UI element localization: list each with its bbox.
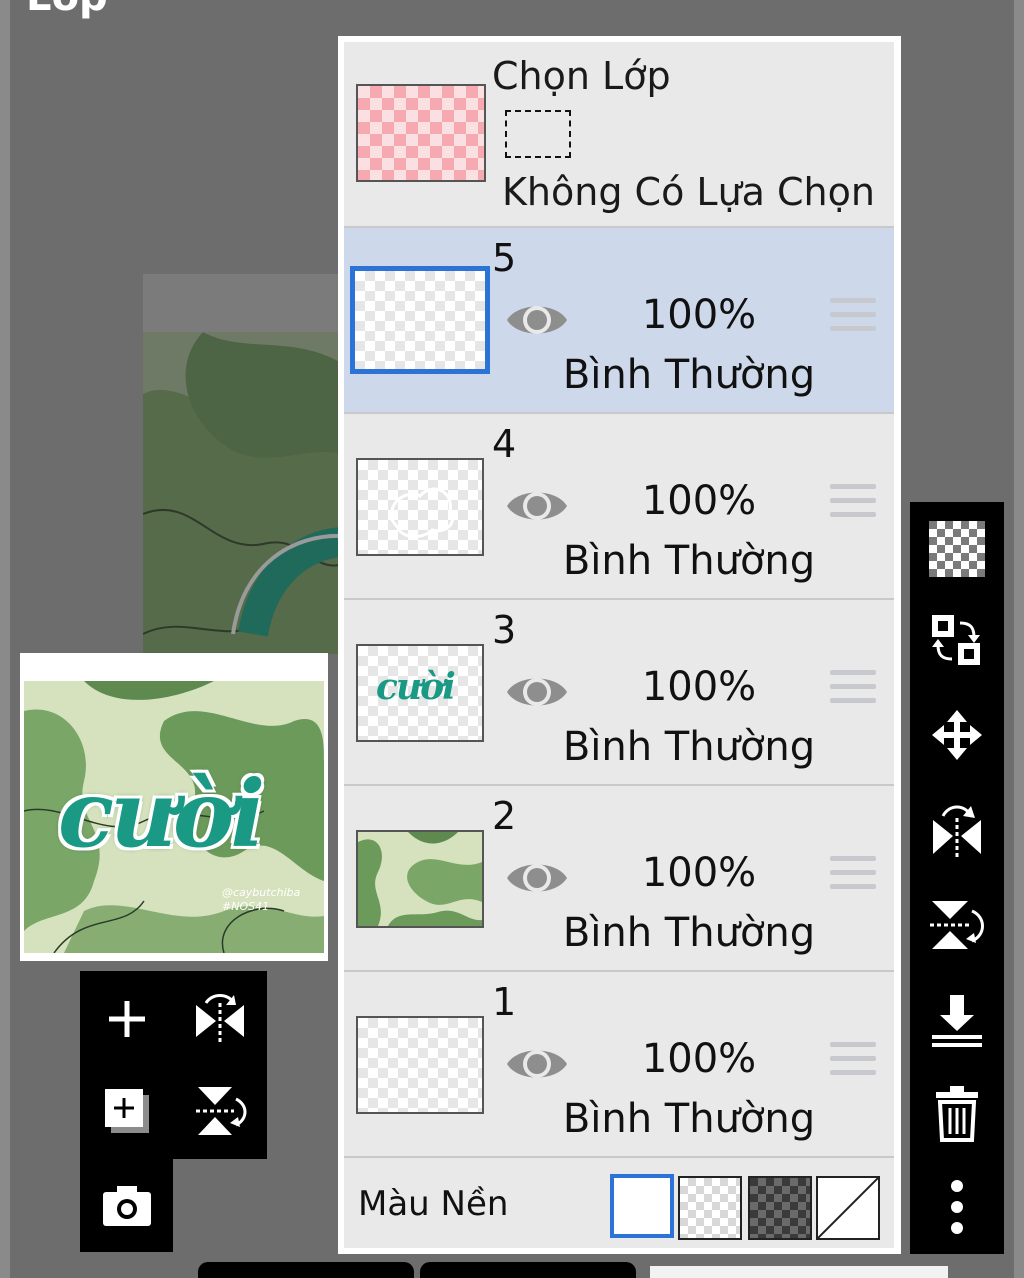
flip-horizontal-icon[interactable] xyxy=(910,786,1004,876)
layer-number: 2 xyxy=(492,794,517,838)
layer-number: 1 xyxy=(492,980,517,1024)
drag-handle-icon[interactable] xyxy=(830,484,876,526)
layer-thumbnail: cười xyxy=(356,644,484,742)
eye-icon[interactable] xyxy=(504,670,570,718)
layer-thumbnail-text: cười xyxy=(376,666,456,708)
background-swatch-dark[interactable] xyxy=(748,1176,812,1240)
add-layer-copy-icon[interactable] xyxy=(92,1071,162,1151)
drag-handle-icon[interactable] xyxy=(830,670,876,712)
navigator-artwork-text: cười xyxy=(58,760,265,868)
background-swatch-none[interactable] xyxy=(816,1176,880,1240)
layer-row-1[interactable]: 1 100% Bình Thường xyxy=(344,972,894,1158)
selection-layer-title: Chọn Lớp xyxy=(492,54,671,98)
more-icon[interactable] xyxy=(910,1162,1004,1252)
bottom-bar-field[interactable] xyxy=(650,1266,948,1278)
layer-opacity[interactable]: 100% xyxy=(624,1036,774,1082)
swap-layers-icon[interactable] xyxy=(910,596,1004,686)
bottom-button-2[interactable] xyxy=(420,1262,636,1278)
eye-icon[interactable] xyxy=(504,484,570,532)
layer-panel-content: Chọn Lớp Không Có Lựa Chọn 5 100% Bình T… xyxy=(344,42,894,1248)
layer-thumbnail xyxy=(356,458,484,556)
eye-icon[interactable] xyxy=(504,856,570,904)
quick-toolbox xyxy=(80,971,267,1159)
layer-number: 5 xyxy=(492,236,517,280)
layer-number: 3 xyxy=(492,608,517,652)
layer-thumbnail xyxy=(350,266,490,374)
bottom-button-1[interactable] xyxy=(198,1262,414,1278)
eye-icon[interactable] xyxy=(504,1042,570,1090)
flip-vertical-icon[interactable] xyxy=(182,1071,258,1151)
add-layer-icon[interactable] xyxy=(92,979,162,1059)
selection-layer-thumbnail xyxy=(356,84,486,182)
layer-opacity[interactable]: 100% xyxy=(624,664,774,710)
background-swatch-white[interactable] xyxy=(610,1174,674,1238)
navigator-credit: @caybutchiba #NOS41 xyxy=(222,886,300,914)
layer-number: 4 xyxy=(492,422,517,466)
layer-panel: Chọn Lớp Không Có Lựa Chọn 5 100% Bình T… xyxy=(338,36,901,1254)
canvas-view[interactable] xyxy=(143,274,343,654)
flip-vertical-icon[interactable] xyxy=(910,880,1004,970)
selection-marquee-icon xyxy=(505,110,571,158)
layer-thumbnail xyxy=(356,830,484,928)
background-color-label: Màu Nền xyxy=(358,1184,509,1224)
background-color-row: Màu Nền xyxy=(344,1160,894,1248)
delete-icon[interactable] xyxy=(910,1068,1004,1158)
layer-blend-mode[interactable]: Bình Thường xyxy=(544,910,834,956)
layer-blend-mode[interactable]: Bình Thường xyxy=(544,538,834,584)
camera-toolbox xyxy=(80,1159,173,1252)
layer-row-2[interactable]: 2 100% Bình Thường xyxy=(344,786,894,972)
drag-handle-icon[interactable] xyxy=(830,1042,876,1084)
eye-icon[interactable] xyxy=(504,298,570,346)
selection-status: Không Có Lựa Chọn xyxy=(502,170,875,214)
layer-blend-mode[interactable]: Bình Thường xyxy=(544,1096,834,1142)
layer-opacity[interactable]: 100% xyxy=(624,478,774,524)
selection-layer-row[interactable]: Chọn Lớp Không Có Lựa Chọn xyxy=(344,42,894,228)
left-edge xyxy=(0,0,10,1278)
layer-opacity[interactable]: 100% xyxy=(624,850,774,896)
flip-horizontal-icon[interactable] xyxy=(182,979,258,1059)
layer-row-5[interactable]: 5 100% Bình Thường xyxy=(344,228,894,414)
layer-row-4[interactable]: 4 100% Bình Thường xyxy=(344,414,894,600)
panel-title: Lớp xyxy=(26,0,108,20)
layer-row-3[interactable]: cười 3 100% Bình Thường xyxy=(344,600,894,786)
merge-down-icon[interactable] xyxy=(910,976,1004,1066)
background-swatch-transparent[interactable] xyxy=(678,1176,742,1240)
navigator-credit-line2: #NOS41 xyxy=(222,900,270,913)
layer-blend-mode[interactable]: Bình Thường xyxy=(544,724,834,770)
canvas-top-band xyxy=(143,274,343,332)
layer-blend-mode[interactable]: Bình Thường xyxy=(544,352,834,398)
navigator-credit-line1: @caybutchiba xyxy=(222,886,301,899)
transparency-icon[interactable] xyxy=(910,504,1004,594)
drag-handle-icon[interactable] xyxy=(830,856,876,898)
drag-handle-icon[interactable] xyxy=(830,298,876,340)
right-edge xyxy=(1014,0,1024,1278)
layer-opacity[interactable]: 100% xyxy=(624,292,774,338)
right-toolbar xyxy=(910,502,1004,1254)
layer-thumbnail xyxy=(356,1016,484,1114)
camera-icon[interactable] xyxy=(90,1167,164,1245)
move-icon[interactable] xyxy=(910,690,1004,780)
